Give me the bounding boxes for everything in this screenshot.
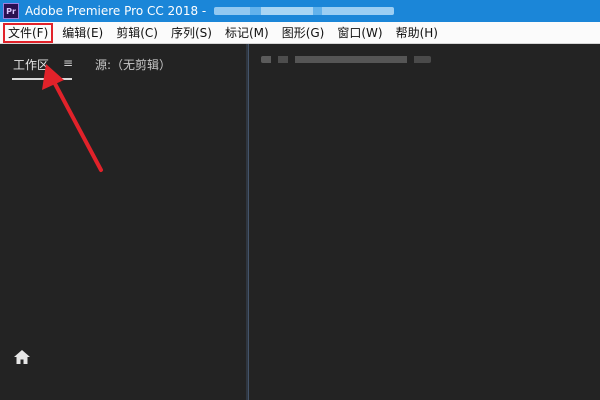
menu-edit[interactable]: 编辑(E) xyxy=(58,23,107,43)
right-panel xyxy=(248,44,600,400)
menu-file[interactable]: 文件(F) xyxy=(3,22,54,43)
menu-sequence[interactable]: 序列(S) xyxy=(167,23,216,43)
tab-source[interactable]: 源:（无剪辑） xyxy=(95,56,171,73)
window-title: Adobe Premiere Pro CC 2018 - xyxy=(25,4,207,18)
active-tab-underline xyxy=(12,78,72,80)
tab-workspace[interactable]: 工作区 xyxy=(13,56,49,73)
hamburger-menu-icon[interactable]: ≡ xyxy=(63,56,73,70)
menu-graphics[interactable]: 图形(G) xyxy=(278,23,329,43)
menu-help[interactable]: 帮助(H) xyxy=(392,23,442,43)
home-icon[interactable] xyxy=(13,349,31,365)
menu-markers[interactable]: 标记(M) xyxy=(221,23,273,43)
menu-bar: 文件(F) 编辑(E) 剪辑(C) 序列(S) 标记(M) 图形(G) 窗口(W… xyxy=(0,22,600,44)
left-panel: 工作区 ≡ 源:（无剪辑） xyxy=(0,44,246,400)
blurred-project-path xyxy=(214,7,395,15)
menu-window[interactable]: 窗口(W) xyxy=(333,23,386,43)
premiere-app-icon: Pr xyxy=(3,3,19,19)
menu-clip[interactable]: 剪辑(C) xyxy=(112,23,162,43)
title-bar: Pr Adobe Premiere Pro CC 2018 - xyxy=(0,0,600,22)
blurred-sequence-name xyxy=(261,56,431,63)
